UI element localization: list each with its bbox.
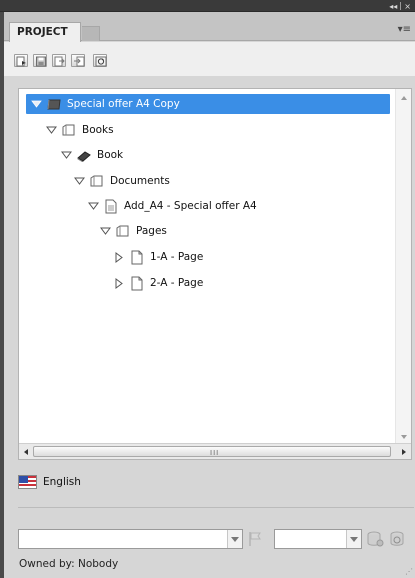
- export-icon: [54, 56, 65, 67]
- language-indicator[interactable]: English: [18, 473, 81, 491]
- document-icon: [102, 199, 119, 214]
- filter-combo-primary[interactable]: [18, 529, 243, 549]
- horizontal-scrollbar[interactable]: III: [19, 443, 411, 459]
- project-toolbar: [4, 42, 415, 76]
- book-icon: [75, 148, 92, 163]
- save-button[interactable]: [33, 54, 47, 67]
- control-separator: [400, 2, 402, 10]
- tab-project[interactable]: PROJECT: [9, 22, 81, 42]
- database-icon: [367, 531, 383, 547]
- collapse-panel-button[interactable]: ◂◂: [389, 2, 397, 11]
- tree-item-document[interactable]: Add_A4 - Special offer A4: [86, 196, 257, 216]
- tree-item-page-1a[interactable]: 1-A - Page: [112, 247, 203, 267]
- project-tree[interactable]: Special offer A4 Copy Books Book Documen…: [18, 88, 412, 460]
- chevron-down-icon[interactable]: [346, 530, 361, 548]
- us-flag-icon: [18, 475, 37, 489]
- tree-item-label: Documents: [110, 175, 170, 187]
- collapse-triangle-icon[interactable]: [72, 175, 86, 187]
- folder-icon: [60, 123, 77, 138]
- language-label: English: [43, 476, 81, 488]
- scroll-up-icon[interactable]: [400, 95, 408, 101]
- scrollbar-thumb[interactable]: III: [33, 446, 391, 457]
- expand-triangle-icon[interactable]: [112, 251, 126, 263]
- import-icon: [74, 56, 85, 67]
- database-refresh-button[interactable]: [388, 530, 406, 548]
- tree-item-label: Book: [97, 149, 124, 161]
- close-panel-button[interactable]: ×: [404, 2, 411, 11]
- panel-menu-button[interactable]: ▾≡: [398, 25, 411, 35]
- project-panel: PROJECT ▾≡ Special offer A4 Copy Books B…: [4, 12, 415, 578]
- window-title-strip: ◂◂ ×: [0, 0, 415, 12]
- tree-item-root[interactable]: Special offer A4 Copy: [26, 94, 390, 114]
- folder-icon: [114, 224, 131, 239]
- refresh-icon: [95, 56, 107, 67]
- tree-item-page-2a[interactable]: 2-A - Page: [112, 273, 203, 293]
- tree-item-label: Special offer A4 Copy: [67, 98, 180, 110]
- import-button[interactable]: [71, 54, 85, 67]
- database-button[interactable]: [366, 530, 384, 548]
- tree-item-book[interactable]: Book: [59, 145, 123, 165]
- tree-item-label: Pages: [136, 225, 167, 237]
- tree-item-label: Add_A4 - Special offer A4: [124, 200, 257, 212]
- chevron-down-icon[interactable]: [227, 530, 242, 548]
- database-refresh-icon: [390, 531, 403, 546]
- flag-button[interactable]: [246, 530, 264, 548]
- refresh-button[interactable]: [93, 54, 107, 67]
- window-controls: ◂◂ ×: [389, 0, 411, 12]
- tree-item-label: Books: [82, 124, 114, 136]
- collapse-triangle-icon[interactable]: [29, 98, 43, 110]
- collapse-triangle-icon[interactable]: [98, 225, 112, 237]
- tab-spacer: [82, 26, 100, 41]
- resize-grip-icon[interactable]: ⋰: [405, 567, 413, 576]
- new-item-icon: [16, 56, 26, 67]
- page-icon: [128, 250, 145, 265]
- filter-combo-secondary[interactable]: [274, 529, 362, 549]
- tree-item-label: 1-A - Page: [150, 251, 204, 263]
- tree-item-books[interactable]: Books: [44, 120, 114, 140]
- expand-triangle-icon[interactable]: [112, 277, 126, 289]
- collapse-triangle-icon[interactable]: [44, 124, 58, 136]
- owner-text: Owned by: Nobody: [19, 558, 119, 570]
- panel-tab-bar: PROJECT ▾≡: [4, 12, 415, 42]
- flag-icon: [249, 532, 261, 546]
- scrollbar-grip: III: [210, 449, 220, 457]
- project-icon: [45, 97, 62, 112]
- tree-item-documents[interactable]: Documents: [72, 171, 170, 191]
- section-divider: [18, 507, 414, 508]
- tree-item-label: 2-A - Page: [150, 277, 204, 289]
- new-item-button[interactable]: [14, 54, 28, 67]
- page-icon: [128, 276, 145, 291]
- save-icon: [36, 56, 46, 67]
- scroll-left-icon[interactable]: [23, 448, 29, 456]
- vertical-scrollbar[interactable]: [395, 89, 411, 444]
- folder-icon: [88, 174, 105, 189]
- export-button[interactable]: [52, 54, 66, 67]
- scroll-down-icon[interactable]: [400, 434, 408, 440]
- collapse-triangle-icon[interactable]: [86, 200, 100, 212]
- collapse-triangle-icon[interactable]: [59, 149, 73, 161]
- tree-item-pages[interactable]: Pages: [98, 221, 167, 241]
- scroll-right-icon[interactable]: [401, 448, 407, 456]
